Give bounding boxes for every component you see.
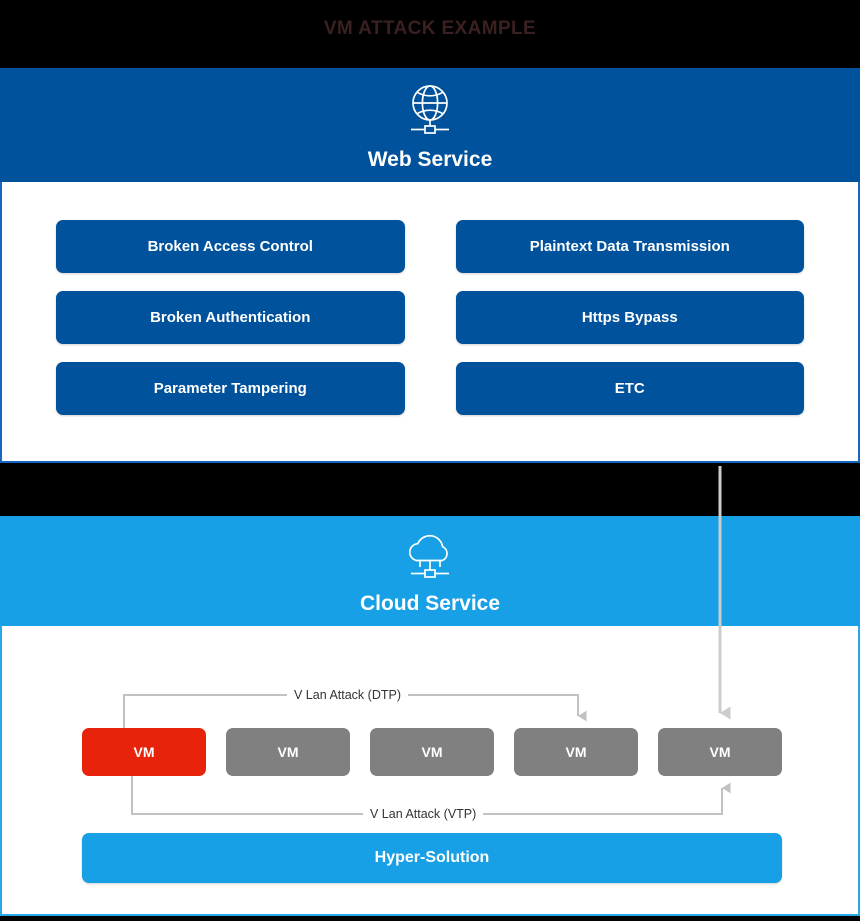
vm-5[interactable]: VM — [658, 728, 782, 776]
web-service-label: Web Service — [367, 148, 493, 171]
globe-network-icon — [399, 80, 461, 142]
threat-plaintext-data-transmission[interactable]: Plaintext Data Transmission — [455, 220, 804, 273]
section-gap-band — [0, 463, 860, 516]
web-service-panel: Broken Access Control Plaintext Data Tra… — [0, 182, 860, 463]
vm-1-attacked[interactable]: VM — [82, 728, 206, 776]
vm-row: VM VM VM VM VM — [82, 728, 782, 776]
title-bar: VM ATTACK EXAMPLE — [0, 0, 860, 68]
threat-etc[interactable]: ETC — [455, 362, 804, 415]
flow-label-dtp: V Lan Attack (DTP) — [287, 688, 408, 702]
cloud-service-header: Cloud Service — [0, 516, 860, 626]
vm-2[interactable]: VM — [226, 728, 350, 776]
threat-broken-access-control[interactable]: Broken Access Control — [56, 220, 405, 273]
flow-label-vtp: V Lan Attack (VTP) — [363, 807, 484, 821]
cloud-service-label: Cloud Service — [359, 592, 501, 615]
threat-https-bypass[interactable]: Https Bypass — [455, 291, 804, 344]
hyper-solution-bar[interactable]: Hyper-Solution — [82, 833, 782, 883]
vm-3[interactable]: VM — [370, 728, 494, 776]
cloud-network-icon — [399, 526, 461, 586]
page-title: VM ATTACK EXAMPLE — [323, 17, 537, 39]
cloud-service-panel: V Lan Attack (DTP) V Lan Attack (VTP) VM… — [0, 626, 860, 916]
vm-4[interactable]: VM — [514, 728, 638, 776]
web-service-header: Web Service — [0, 68, 860, 182]
threat-broken-authentication[interactable]: Broken Authentication — [56, 291, 405, 344]
threat-parameter-tampering[interactable]: Parameter Tampering — [56, 362, 405, 415]
